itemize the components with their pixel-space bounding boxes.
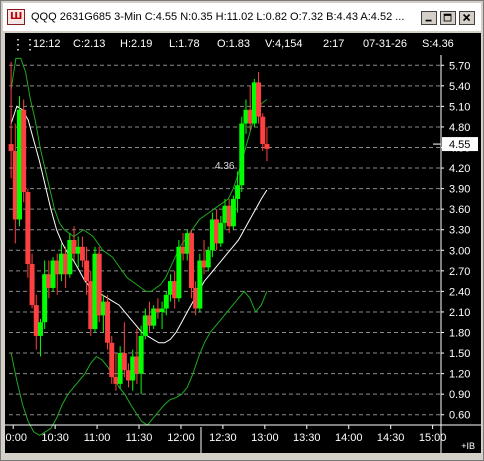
candle-body: [230, 198, 236, 227]
time-label: 10:30: [41, 432, 69, 444]
price-label: 3.60: [449, 204, 470, 216]
price-label: 5.70: [449, 60, 470, 72]
bands: [10, 57, 268, 436]
chart-window: Ш QQQ 2631G685 3-Min C:4.55 N:0.35 H:11.…: [0, 0, 484, 461]
candle-body: [260, 116, 266, 145]
candle-body: [21, 109, 27, 193]
title-bar[interactable]: Ш QQQ 2631G685 3-Min C:4.55 N:0.35 H:11.…: [3, 3, 481, 31]
price-label: 1.80: [449, 328, 470, 340]
candle-body: [37, 322, 43, 336]
time-label: 12:30: [209, 432, 237, 444]
price-chart[interactable]: 5.705.405.104.804.504.203.903.603.303.00…: [5, 33, 481, 453]
candle-body: [205, 250, 211, 268]
chart-pane[interactable]: ⋮⋮ 12:12 C:2.13 H:2.19 L:1.78 O:1.83 V:4…: [5, 33, 481, 453]
candle-body: [176, 246, 182, 299]
price-label: 1.50: [449, 348, 470, 360]
price-label: 0.90: [449, 389, 470, 401]
candle-body: [163, 294, 169, 309]
time-label: 15:00: [419, 432, 447, 444]
candle-body: [239, 123, 245, 186]
time-axis-corner-label: +IB: [461, 441, 475, 451]
current-price-marker: 4.55: [433, 137, 478, 152]
candle-body: [138, 335, 144, 374]
price-label: 3.90: [449, 184, 470, 196]
candles: [8, 61, 270, 395]
price-label: 3.30: [449, 225, 470, 237]
time-label: 14:30: [377, 432, 405, 444]
candle-body: [109, 342, 115, 378]
candle-body: [188, 233, 194, 288]
maximize-button[interactable]: [440, 11, 456, 25]
price-label: 3.00: [449, 245, 470, 257]
upper-band-line: [10, 57, 268, 292]
close-button[interactable]: [459, 11, 475, 25]
time-label: 14:00: [335, 432, 363, 444]
candle-body: [121, 353, 127, 371]
price-annotation: 4.36: [215, 161, 235, 172]
price-label: 0.60: [449, 410, 470, 422]
candle-body: [105, 301, 111, 343]
minimize-icon: [425, 19, 432, 22]
time-label: 10:00: [5, 432, 27, 444]
time-label: 13:30: [293, 432, 321, 444]
current-price-label: 4.55: [449, 139, 470, 151]
time-axis: 10:00 10:30 11:00 11:30 12:00 12:30 13:00 13:30…: [5, 55, 481, 453]
window-title: QQQ 2631G685 3-Min C:4.55 N:0.35 H:11.02…: [31, 11, 405, 23]
candle-body: [235, 185, 241, 199]
price-label: 2.10: [449, 307, 470, 319]
price-label: 1.20: [449, 369, 470, 381]
price-label: 2.40: [449, 286, 470, 298]
candle-body: [84, 260, 90, 282]
candle-body: [25, 192, 31, 264]
price-label: 5.40: [449, 81, 470, 93]
time-label: 12:00: [167, 432, 195, 444]
price-label: 4.80: [449, 122, 470, 134]
candle-body: [197, 260, 203, 309]
candle-body: [8, 144, 14, 151]
maximize-icon: [443, 13, 452, 22]
time-label: 13:00: [251, 432, 279, 444]
time-label: 11:30: [126, 432, 153, 444]
candle-body: [218, 222, 224, 244]
minimize-button[interactable]: [421, 11, 437, 25]
price-label: 2.70: [449, 266, 470, 278]
candle-body: [159, 308, 165, 312]
candle-body: [79, 246, 85, 261]
price-label: 5.10: [449, 101, 470, 113]
candle-body: [264, 144, 270, 149]
close-icon: [462, 13, 471, 22]
app-logo-icon[interactable]: Ш: [7, 9, 25, 25]
time-label: 11:00: [84, 432, 111, 444]
price-label: 4.20: [449, 163, 470, 175]
candle-body: [256, 82, 262, 117]
price-axis: 5.705.405.104.804.504.203.903.603.303.00…: [433, 60, 478, 422]
candle-body: [29, 263, 35, 306]
